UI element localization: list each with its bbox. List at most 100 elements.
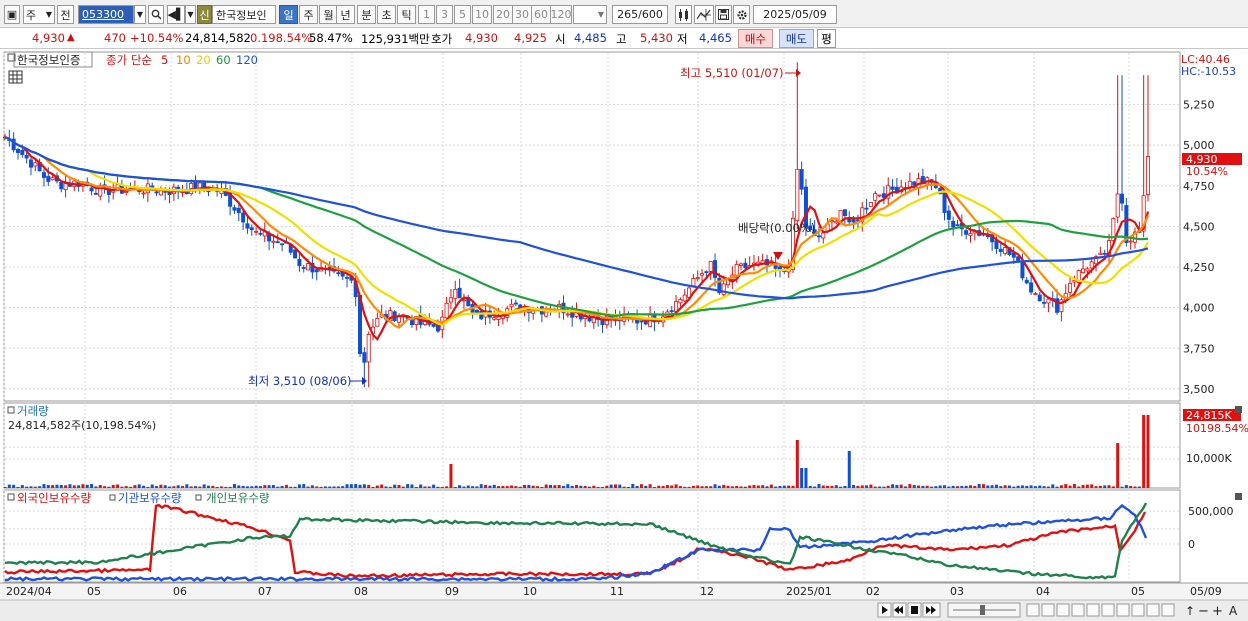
tab-day[interactable]: 일 — [279, 5, 298, 24]
volume-bar — [834, 485, 838, 488]
interval-20[interactable]: 20 — [493, 5, 513, 24]
chevron-down-icon: ▼ — [45, 10, 52, 19]
quote-bar: 4,930 ▲ 470 +10.54% 24,814,582 0.198.54%… — [0, 28, 1248, 49]
up-arrow-icon: ▲ — [67, 32, 75, 43]
table-icon[interactable] — [8, 70, 23, 84]
scale-icon[interactable] — [1086, 603, 1100, 617]
candle-body — [678, 299, 683, 304]
volume-bar — [1029, 485, 1033, 488]
print-icon[interactable] — [1146, 603, 1160, 617]
hoga-label: 호가 — [431, 32, 453, 46]
volume-bar — [704, 486, 708, 488]
date-field[interactable]: 2025/05/09 — [753, 5, 837, 24]
candle-body — [864, 207, 869, 210]
buy-button[interactable]: 매수 — [738, 29, 773, 48]
interval-custom-select[interactable]: ▼ — [573, 5, 607, 24]
volume-bar — [566, 484, 570, 488]
zoom-slider-handle[interactable] — [980, 605, 985, 615]
code-dropdown-icon[interactable]: ▼ — [134, 5, 146, 24]
candle-body — [24, 154, 29, 159]
interval-5[interactable]: 5 — [454, 5, 471, 24]
volume-bar — [981, 484, 985, 488]
candle-body — [968, 233, 973, 236]
volume-bar — [1129, 485, 1133, 488]
candle-body — [743, 262, 748, 269]
bar-count-display[interactable]: 265/600 — [612, 5, 668, 24]
price-tick-label: 3,500 — [1183, 383, 1215, 396]
volume-bar — [536, 486, 540, 488]
speaker-icon[interactable]: ◀▌ — [167, 5, 185, 24]
interval-30[interactable]: 30 — [512, 5, 532, 24]
prev-button[interactable]: 전 — [57, 5, 74, 24]
tab-week[interactable]: 주 — [299, 5, 318, 24]
candle-icon[interactable] — [675, 5, 692, 24]
link-icon[interactable] — [1131, 603, 1145, 617]
time-tick-label: 09 — [445, 585, 459, 598]
chart-area: 3,500 3,750 4,000 4,250 4,500 4,750 5,000 5,250… — [0, 49, 1248, 621]
volume-bar — [245, 486, 249, 488]
chart-split-icon[interactable] — [1041, 603, 1055, 617]
candle-body — [1089, 261, 1094, 269]
volume-bar — [804, 468, 808, 488]
tab-tick[interactable]: 틱 — [397, 5, 416, 24]
holdings-close-icon[interactable] — [1235, 493, 1242, 500]
zoom-in-icon[interactable]: + — [1212, 604, 1223, 619]
volume-close-icon[interactable] — [1235, 406, 1242, 413]
volume-bar — [345, 484, 349, 488]
volume-bar — [687, 486, 691, 488]
chart-svg[interactable]: 3,500 3,750 4,000 4,250 4,500 4,750 5,000 5,250… — [0, 49, 1248, 621]
volume-value-label: 24,814,582주(10,198.54%) — [8, 419, 156, 432]
low-price: 4,465 — [699, 31, 732, 45]
text-icon[interactable] — [1116, 603, 1130, 617]
volume-bar — [336, 486, 340, 488]
interval-10[interactable]: 10 — [472, 5, 492, 24]
tab-year[interactable]: 년 — [336, 5, 355, 24]
volume-bar — [12, 484, 16, 488]
tab-second[interactable]: 초 — [377, 5, 396, 24]
stock-code-input[interactable]: 053300 — [78, 5, 134, 24]
arrow-up-icon[interactable]: ↑ — [1185, 604, 1195, 618]
volume-current-label: 24,815K — [1186, 409, 1232, 422]
volume-bar — [968, 485, 972, 488]
volume-bar — [830, 485, 834, 488]
volume-bar — [367, 484, 371, 488]
volume-bar — [891, 484, 895, 488]
volume-bar — [882, 486, 886, 488]
volume-bar — [613, 484, 617, 488]
candle-body — [89, 187, 94, 192]
volume-bar — [960, 485, 964, 488]
indicator-icon[interactable] — [1056, 603, 1070, 617]
layout-icon[interactable]: ▣ — [4, 5, 20, 24]
sell-button[interactable]: 매도 — [779, 29, 814, 48]
volume-bar — [852, 484, 856, 488]
interval-3[interactable]: 3 — [436, 5, 453, 24]
avg-button[interactable]: 평 — [817, 29, 836, 48]
volume-bar — [865, 485, 869, 488]
crosshair-icon[interactable] — [694, 5, 714, 24]
zoom-out-icon[interactable]: − — [1198, 604, 1209, 619]
volume-bar — [98, 485, 102, 488]
volume-bar — [280, 485, 284, 488]
gear-icon[interactable] — [733, 5, 750, 24]
period-select[interactable]: 주 ▼ — [23, 5, 55, 24]
time-tick-label: 2025/01 — [786, 585, 832, 598]
tab-minute[interactable]: 분 — [357, 5, 376, 24]
window-tile-icon[interactable] — [1026, 603, 1040, 617]
draw-icon[interactable] — [1101, 603, 1115, 617]
volume-bar — [782, 485, 786, 488]
font-size-icon[interactable]: A — [1229, 604, 1238, 618]
export-icon[interactable] — [1161, 603, 1175, 617]
interval-60[interactable]: 60 — [531, 5, 551, 24]
compare-icon[interactable] — [1071, 603, 1085, 617]
interval-1[interactable]: 1 — [418, 5, 435, 24]
search-icon[interactable] — [148, 5, 164, 24]
volume-bar — [163, 485, 167, 488]
speaker-dropdown-icon[interactable]: ▼ — [185, 5, 196, 24]
volume-bar — [843, 485, 847, 488]
ma-120-label: 120 — [236, 53, 258, 67]
candle-body — [258, 232, 263, 235]
save-icon[interactable] — [715, 5, 732, 24]
interval-120[interactable]: 120 — [550, 5, 572, 24]
volume-bar — [1064, 484, 1068, 488]
volume-bar — [137, 484, 141, 488]
